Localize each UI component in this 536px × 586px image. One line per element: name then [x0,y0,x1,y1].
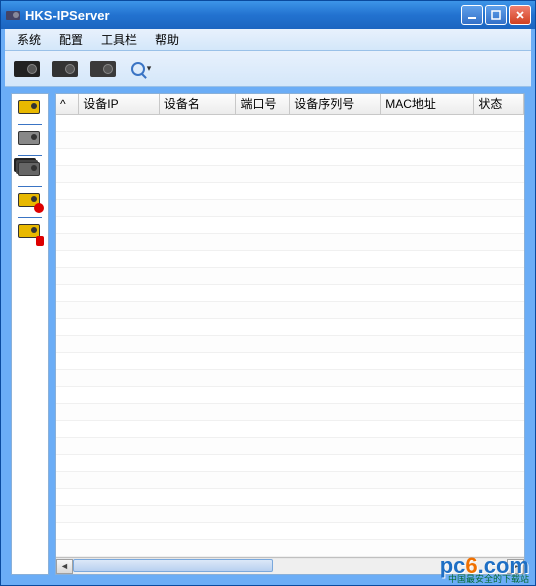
toolbar-device3-button[interactable] [87,55,119,83]
camera-icon [90,61,116,77]
toolbar: ▾ [5,51,531,87]
horizontal-scrollbar: ◄ ► [56,557,524,574]
table-row[interactable] [56,403,524,420]
table-row[interactable] [56,148,524,165]
table-row[interactable] [56,352,524,369]
device-table: ^ 设备IP 设备名 端口号 设备序列号 MAC地址 状态 [56,94,524,557]
table-row[interactable] [56,233,524,250]
sidebar-item-device-alert[interactable] [18,193,42,211]
col-port[interactable]: 端口号 [236,94,290,114]
minimize-icon [467,10,477,20]
menu-config[interactable]: 配置 [51,29,91,50]
table-row[interactable] [56,165,524,182]
scroll-right-button[interactable]: ► [507,559,524,574]
table-row[interactable] [56,488,524,505]
client-area: 系统 配置 工具栏 帮助 ▾ [5,29,531,581]
scroll-thumb[interactable] [73,559,273,572]
table-row[interactable] [56,284,524,301]
table-row[interactable] [56,216,524,233]
toolbar-device2-button[interactable] [49,55,81,83]
body-area: ^ 设备IP 设备名 端口号 设备序列号 MAC地址 状态 [5,87,531,581]
sidebar-item-device-yellow[interactable] [18,100,42,118]
device-table-panel: ^ 设备IP 设备名 端口号 设备序列号 MAC地址 状态 [55,93,525,575]
table-row[interactable] [56,522,524,539]
table-row[interactable] [56,318,524,335]
menu-system[interactable]: 系统 [9,29,49,50]
col-status[interactable]: 状态 [474,94,524,114]
table-row[interactable] [56,199,524,216]
table-row[interactable] [56,505,524,522]
col-ip[interactable]: 设备IP [79,94,160,114]
col-sort[interactable]: ^ [56,94,79,114]
table-scroll[interactable]: ^ 设备IP 设备名 端口号 设备序列号 MAC地址 状态 [56,94,524,557]
table-row[interactable] [56,267,524,284]
titlebar[interactable]: HKS-IPServer [1,1,535,29]
search-icon [131,62,145,76]
table-row[interactable] [56,250,524,267]
table-row[interactable] [56,386,524,403]
col-name[interactable]: 设备名 [159,94,236,114]
app-window: HKS-IPServer 系统 配置 工具栏 帮助 ▾ [0,0,536,586]
window-controls [461,5,531,25]
chevron-down-icon: ▾ [147,63,152,74]
table-row[interactable] [56,454,524,471]
maximize-icon [491,10,501,20]
sidebar [11,93,49,575]
sidebar-divider [18,124,42,125]
window-title: HKS-IPServer [25,8,461,23]
table-row[interactable] [56,114,524,131]
table-row[interactable] [56,539,524,556]
menu-help[interactable]: 帮助 [147,29,187,50]
camera-icon [14,61,40,77]
sidebar-divider [18,217,42,218]
menu-toolbar[interactable]: 工具栏 [93,29,145,50]
table-body [56,114,524,556]
table-row[interactable] [56,335,524,352]
close-icon [515,10,525,20]
toolbar-device1-button[interactable] [11,55,43,83]
camera-icon [52,61,78,77]
col-mac[interactable]: MAC地址 [381,94,474,114]
minimize-button[interactable] [461,5,483,25]
table-row[interactable] [56,471,524,488]
menubar: 系统 配置 工具栏 帮助 [5,29,531,51]
table-row[interactable] [56,301,524,318]
table-row[interactable] [56,420,524,437]
table-row[interactable] [56,182,524,199]
col-serial[interactable]: 设备序列号 [290,94,381,114]
toolbar-search-button[interactable]: ▾ [125,55,157,83]
sidebar-divider [18,155,42,156]
scroll-left-button[interactable]: ◄ [56,559,73,574]
app-icon [5,7,21,23]
table-header-row: ^ 设备IP 设备名 端口号 设备序列号 MAC地址 状态 [56,94,524,114]
scroll-track[interactable] [73,559,507,574]
sidebar-item-device-stack[interactable] [18,162,42,180]
table-row[interactable] [56,369,524,386]
sidebar-item-device-grey[interactable] [18,131,42,149]
close-button[interactable] [509,5,531,25]
maximize-button[interactable] [485,5,507,25]
table-row[interactable] [56,437,524,454]
sidebar-divider [18,186,42,187]
sidebar-item-device-record[interactable] [18,224,42,242]
table-row[interactable] [56,131,524,148]
